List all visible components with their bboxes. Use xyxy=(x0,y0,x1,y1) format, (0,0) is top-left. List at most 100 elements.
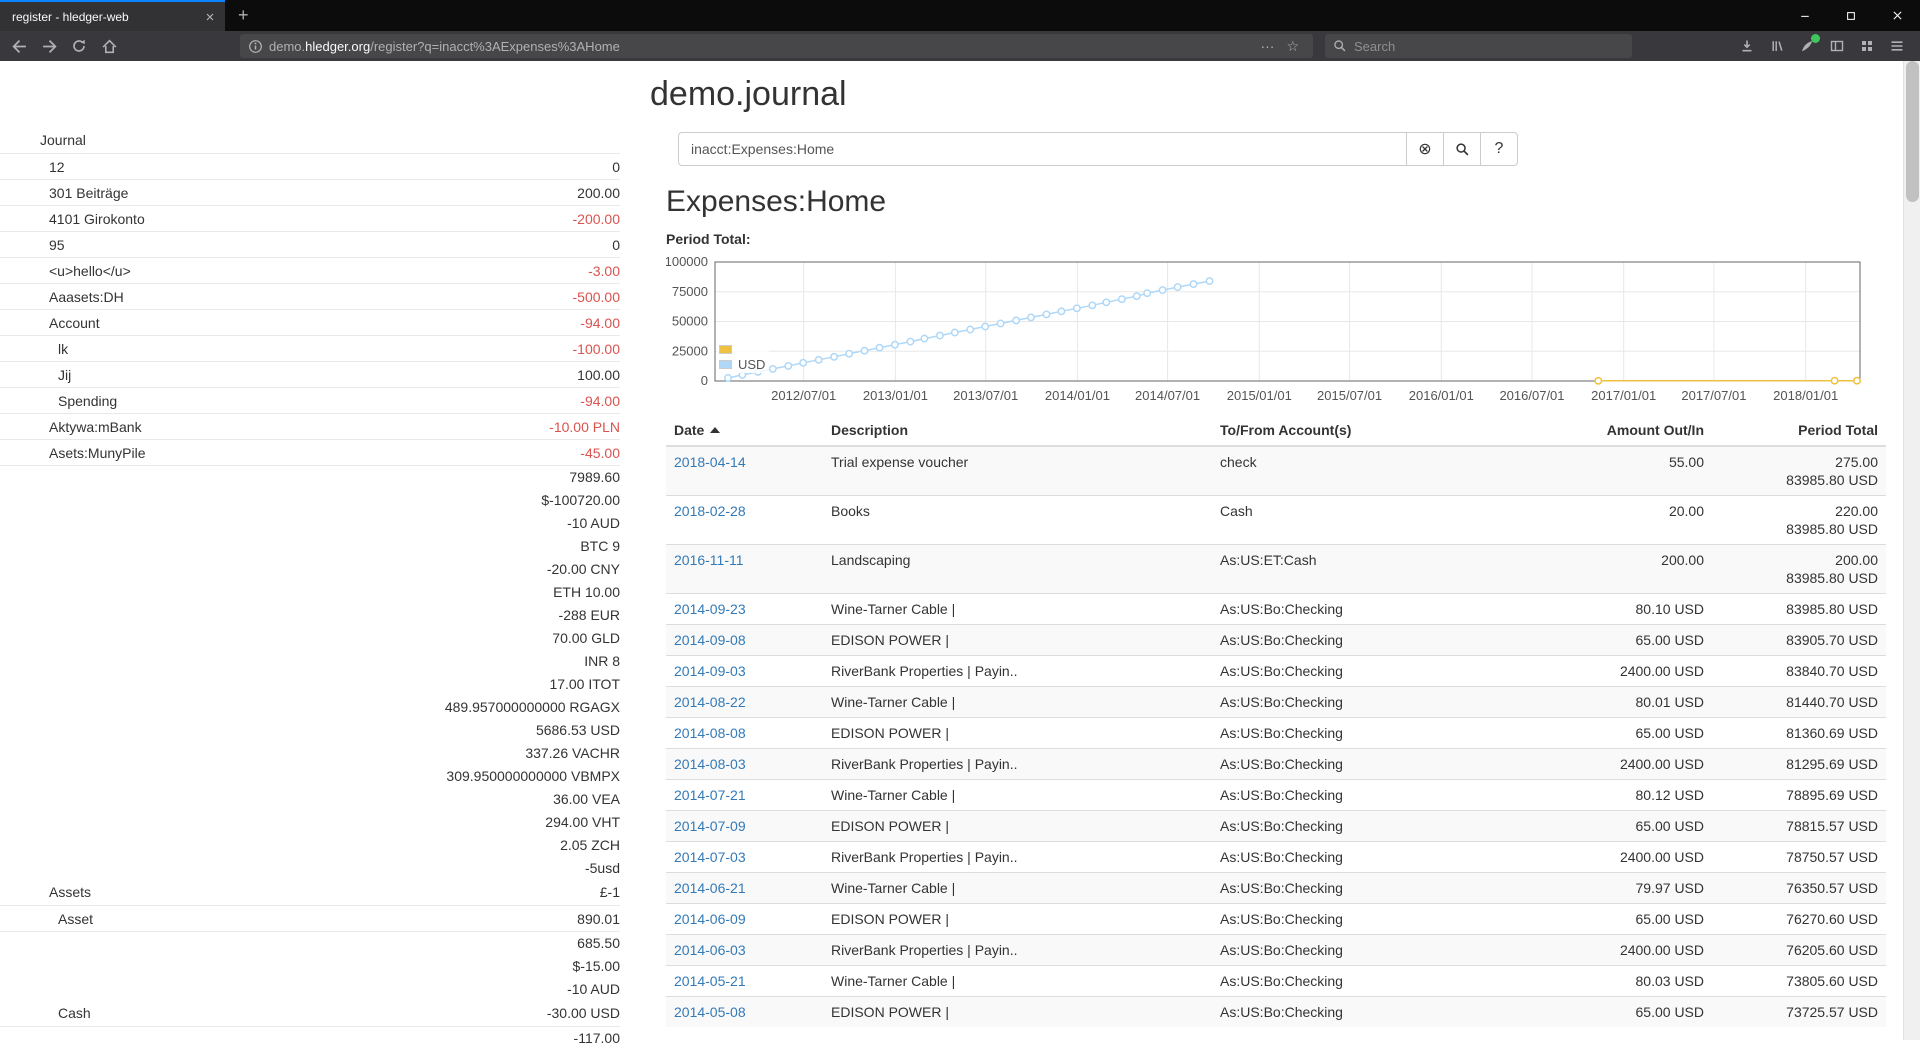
new-tab-button[interactable]: + xyxy=(225,0,262,31)
window-minimize-button[interactable] xyxy=(1782,0,1828,31)
transaction-date-link[interactable]: 2018-02-28 xyxy=(674,503,746,519)
svg-text:2014/01/01: 2014/01/01 xyxy=(1045,388,1110,403)
column-header-amount[interactable]: Amount Out/In xyxy=(1542,415,1712,446)
sidebar-account-link[interactable]: <u>hello</u> xyxy=(0,263,131,279)
sidebar-balance-amount: 5686.53 USD xyxy=(536,722,620,738)
chart-svg: 02500050000750001000002012/07/012013/01/… xyxy=(666,249,1886,407)
sidebar-toggle-icon[interactable] xyxy=(1822,33,1852,59)
window-close-button[interactable] xyxy=(1874,0,1920,31)
transaction-date-link[interactable]: 2014-06-03 xyxy=(674,942,746,958)
transaction-date-link[interactable]: 2014-09-08 xyxy=(674,632,746,648)
transaction-account: As:US:Bo:Checking xyxy=(1212,842,1542,873)
sidebar-account-row: Spending-94.00 xyxy=(0,387,620,413)
library-icon[interactable] xyxy=(1762,33,1792,59)
sidebar-balance-line: -5usd xyxy=(0,856,620,879)
transaction-date-link[interactable]: 2014-09-23 xyxy=(674,601,746,617)
sidebar-account-link[interactable]: 12 xyxy=(0,159,65,175)
transaction-account: As:US:Bo:Checking xyxy=(1212,718,1542,749)
transaction-date-link[interactable]: 2014-08-03 xyxy=(674,756,746,772)
download-icon[interactable] xyxy=(1732,33,1762,59)
register-row: 2014-06-21Wine-Tarner Cable |As:US:Bo:Ch… xyxy=(666,873,1886,904)
transaction-description: RiverBank Properties | Payin.. xyxy=(823,935,1212,966)
transaction-date-link[interactable]: 2014-09-03 xyxy=(674,663,746,679)
apps-grid-icon[interactable] xyxy=(1852,33,1882,59)
home-button[interactable] xyxy=(94,33,124,59)
sidebar-account-link[interactable]: Aaasets:DH xyxy=(0,289,124,305)
help-button[interactable]: ? xyxy=(1480,132,1518,166)
transaction-date-link[interactable]: 2014-07-03 xyxy=(674,849,746,865)
sidebar-account-link[interactable]: Assets xyxy=(0,884,91,900)
legend-swatch xyxy=(719,345,732,354)
transaction-date-link[interactable]: 2014-05-21 xyxy=(674,973,746,989)
window-maximize-button[interactable] xyxy=(1828,0,1874,31)
transaction-amount: 2400.00 USD xyxy=(1542,842,1712,873)
sidebar-balance-amount: £-1 xyxy=(600,884,620,900)
transaction-date-link[interactable]: 2014-07-09 xyxy=(674,818,746,834)
transaction-amount: 65.00 USD xyxy=(1542,904,1712,935)
sidebar-account-link[interactable]: Journal xyxy=(0,132,86,148)
period-total-line: 81295.69 USD xyxy=(1720,755,1878,773)
search-submit-button[interactable] xyxy=(1443,132,1481,166)
page-scrollbar[interactable] xyxy=(1903,61,1920,1040)
column-header-account[interactable]: To/From Account(s) xyxy=(1212,415,1542,446)
back-button[interactable] xyxy=(4,33,34,59)
sidebar-balance-line: $-100720.00 xyxy=(0,488,620,511)
transaction-date-link[interactable]: 2016-11-11 xyxy=(674,552,744,568)
sidebar-balance-amount: 337.26 VACHR xyxy=(525,745,620,761)
svg-text:2016/07/01: 2016/07/01 xyxy=(1499,388,1564,403)
sidebar-account-link[interactable]: lk xyxy=(0,341,68,357)
forward-button[interactable] xyxy=(34,33,64,59)
transaction-date-link[interactable]: 2014-07-21 xyxy=(674,787,746,803)
svg-text:2013/07/01: 2013/07/01 xyxy=(953,388,1018,403)
sidebar-account-link[interactable]: Jij xyxy=(0,367,71,383)
sidebar-account-link[interactable]: Spending xyxy=(0,393,117,409)
transaction-date-link[interactable]: 2014-08-08 xyxy=(674,725,746,741)
extension-icon[interactable] xyxy=(1792,33,1822,59)
url-bar[interactable]: demo.hledger.org/register?q=inacct%3AExp… xyxy=(240,34,1313,58)
period-total-line: 73725.57 USD xyxy=(1720,1003,1878,1021)
register-row: 2014-09-03RiverBank Properties | Payin..… xyxy=(666,656,1886,687)
period-total-amount: 76350.57 USD xyxy=(1712,873,1886,904)
sidebar-balance-amount: 36.00 VEA xyxy=(553,791,620,807)
sidebar-account-link[interactable]: Asset xyxy=(0,911,93,927)
column-header-date[interactable]: Date xyxy=(666,415,823,446)
transaction-date-link[interactable]: 2014-08-22 xyxy=(674,694,746,710)
svg-text:0: 0 xyxy=(701,373,708,388)
browser-search-input[interactable] xyxy=(1354,39,1594,54)
sidebar-account-link[interactable]: 95 xyxy=(0,237,65,253)
sidebar-account-link[interactable]: 301 Beiträge xyxy=(0,185,128,201)
scrollbar-thumb[interactable] xyxy=(1906,61,1919,202)
period-total-amount: 81295.69 USD xyxy=(1712,749,1886,780)
sidebar-balance-amount: 309.950000000000 VBMPX xyxy=(446,768,620,784)
page-actions-icon[interactable]: ··· xyxy=(1254,38,1280,54)
clear-query-button[interactable]: ⊗ xyxy=(1406,132,1444,166)
browser-tab[interactable]: register - hledger-web xyxy=(0,0,225,31)
column-header-period-total[interactable]: Period Total xyxy=(1712,415,1886,446)
transaction-amount: 80.12 USD xyxy=(1542,780,1712,811)
sidebar-balance-amount: INR 8 xyxy=(584,653,620,669)
sidebar-account-link[interactable]: 4101 Girokonto xyxy=(0,211,145,227)
browser-search-bar[interactable] xyxy=(1325,34,1632,58)
transaction-date-link[interactable]: 2014-06-21 xyxy=(674,880,746,896)
sidebar-account-link[interactable]: Aktywa:mBank xyxy=(0,419,142,435)
column-header-description[interactable]: Description xyxy=(823,415,1212,446)
transaction-description: Wine-Tarner Cable | xyxy=(823,687,1212,718)
bookmark-star-icon[interactable]: ☆ xyxy=(1280,38,1305,55)
sidebar-balance-line: -288 EUR xyxy=(0,603,620,626)
transaction-date-link[interactable]: 2018-04-14 xyxy=(674,454,746,470)
sidebar-account-link[interactable]: Account xyxy=(0,315,100,331)
hamburger-menu-icon[interactable] xyxy=(1882,33,1912,59)
register-row: 2014-07-09EDISON POWER |As:US:Bo:Checkin… xyxy=(666,811,1886,842)
register-row: 2014-05-08EDISON POWER |As:US:Bo:Checkin… xyxy=(666,997,1886,1028)
site-info-icon[interactable] xyxy=(248,39,263,54)
register-row: 2014-07-03RiverBank Properties | Payin..… xyxy=(666,842,1886,873)
query-input[interactable] xyxy=(678,132,1407,166)
transaction-date-link[interactable]: 2014-05-08 xyxy=(674,1004,746,1020)
transaction-date-link[interactable]: 2014-06-09 xyxy=(674,911,746,927)
sidebar-account-link[interactable]: Cash xyxy=(0,1005,91,1021)
sidebar-account-link[interactable]: Asets:MunyPile xyxy=(0,445,145,461)
tab-close-icon[interactable] xyxy=(201,8,219,26)
period-total-line: 83905.70 USD xyxy=(1720,631,1878,649)
svg-text:50000: 50000 xyxy=(672,314,708,329)
reload-button[interactable] xyxy=(64,33,94,59)
